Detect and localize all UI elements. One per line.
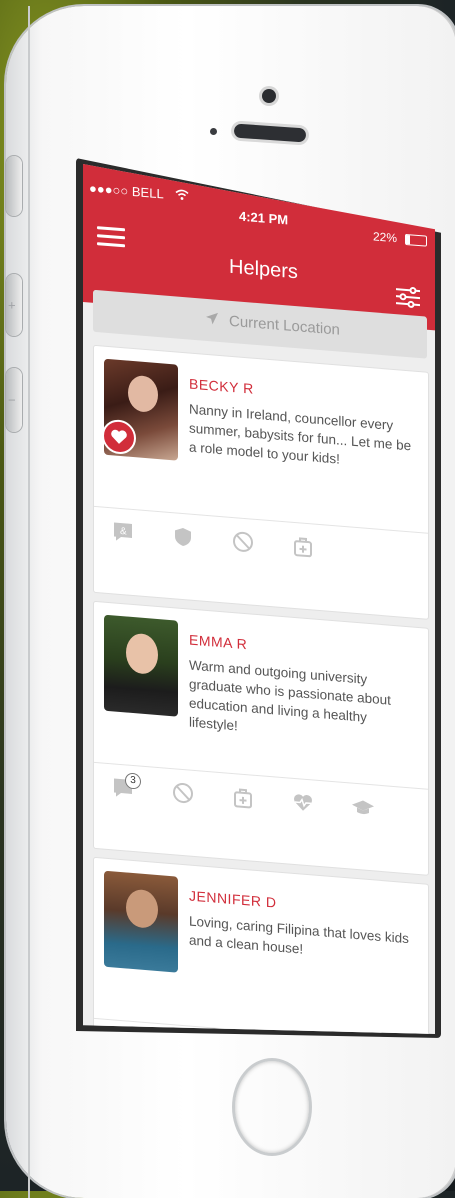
heartbeat-icon [290, 791, 316, 819]
helper-card[interactable]: EMMA R Warm and outgoing university grad… [93, 600, 429, 876]
home-button[interactable] [232, 1058, 312, 1156]
chat-icon: 3 [110, 772, 141, 804]
mute-switch [6, 156, 22, 216]
app-screen: ●●●○○ BELL 4:21 PM 22% Helpers Current L… [83, 164, 435, 1034]
count-badge: 3 [125, 772, 141, 790]
page-title: Helpers [229, 255, 298, 284]
proximity-sensor [210, 128, 217, 135]
front-camera [262, 89, 276, 103]
chat-icon: & [110, 520, 136, 548]
helper-name: BECKY R [189, 375, 254, 397]
avatar [104, 614, 178, 717]
helper-description: Loving, caring Filipina that loves kids … [189, 913, 409, 957]
divider [94, 761, 428, 790]
no-smoking-icon [170, 781, 196, 809]
battery-percent: 22% [373, 229, 398, 246]
battery-icon [405, 233, 427, 247]
minus-icon: − [8, 392, 16, 408]
helper-name: EMMA R [189, 631, 248, 653]
menu-button[interactable] [97, 226, 125, 252]
helper-card[interactable]: JENNIFER D Loving, caring Filipina that … [93, 856, 429, 1034]
volume-up-button: + [6, 274, 22, 336]
favorite-icon[interactable] [102, 418, 136, 456]
plus-icon: + [8, 297, 16, 313]
phone-edge [28, 6, 30, 1198]
helper-name: JENNIFER D [189, 887, 277, 911]
clock: 4:21 PM [239, 208, 289, 228]
svg-text:&: & [120, 526, 127, 538]
location-placeholder: Current Location [229, 312, 340, 339]
avatar [104, 870, 178, 973]
earpiece-speaker [233, 123, 307, 143]
first-aid-icon [230, 786, 256, 814]
graduation-cap-icon [350, 795, 376, 823]
location-arrow-icon [206, 312, 218, 325]
volume-down-button: − [6, 368, 22, 432]
helper-card[interactable]: BECKY R Nanny in Ireland, councellor eve… [93, 344, 429, 620]
shield-icon [170, 525, 196, 553]
helper-description: Warm and outgoing university graduate wh… [189, 657, 391, 734]
divider [94, 505, 428, 534]
first-aid-icon [290, 535, 316, 563]
no-smoking-icon [230, 530, 256, 558]
helper-description: Nanny in Ireland, councellor every summe… [189, 401, 412, 467]
wifi-icon [175, 189, 189, 200]
carrier-label: ●●●○○ BELL [89, 180, 164, 202]
filter-icon[interactable] [395, 285, 421, 309]
